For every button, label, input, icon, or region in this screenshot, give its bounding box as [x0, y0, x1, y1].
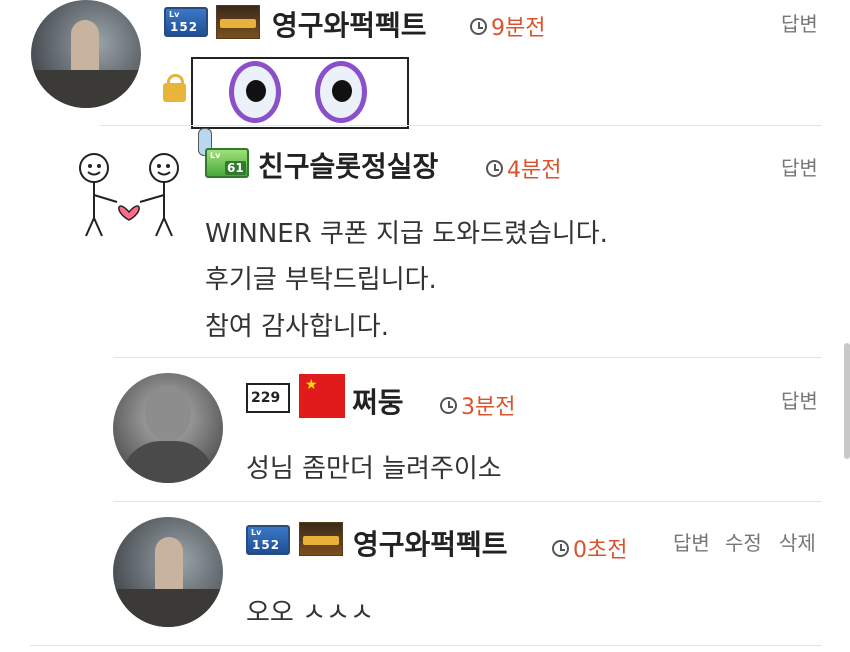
avatar[interactable] — [113, 373, 223, 483]
level-badge: Lv 61 — [205, 148, 249, 178]
nickname[interactable]: 친구슬롯정실장 — [258, 145, 438, 185]
avatar[interactable] — [113, 517, 223, 627]
rank-badge-icon — [299, 522, 343, 556]
edit-button[interactable]: 수정 — [725, 527, 762, 556]
timestamp: 0초전 — [552, 532, 627, 564]
timestamp: 4분전 — [486, 152, 561, 184]
divider — [113, 501, 822, 502]
comment-text-line: 후기글 부탁드립니다. — [205, 265, 437, 295]
reply-button[interactable]: 답변 — [781, 8, 818, 37]
comment-text-line: 오오 ㅅㅅㅅ — [246, 598, 374, 628]
level-badge: Lv 152 — [164, 7, 208, 37]
divider — [113, 357, 822, 358]
avatar[interactable] — [31, 0, 141, 108]
timestamp: 9분전 — [470, 10, 545, 42]
clock-icon — [552, 539, 569, 557]
rank-badge-icon — [216, 5, 260, 39]
clock-icon — [486, 159, 503, 177]
level-badge: 229 — [246, 383, 290, 413]
nickname[interactable]: 영구와퍽펙트 — [272, 4, 427, 44]
emoticon-sticker — [191, 57, 409, 129]
reply-button[interactable]: 답변 — [781, 385, 818, 414]
reply-button[interactable]: 답변 — [781, 152, 818, 181]
nickname[interactable]: 쩌둥 — [352, 381, 404, 421]
comment-text-line: WINNER 쿠폰 지급 도와드렸습니다. — [205, 219, 608, 249]
lock-icon — [163, 74, 186, 102]
divider — [100, 125, 822, 126]
divider — [30, 645, 822, 646]
timestamp: 3분전 — [440, 389, 515, 421]
scrollbar[interactable] — [844, 343, 850, 459]
comment-text-line: 성님 좀만더 늘려주이소 — [246, 454, 502, 484]
clock-icon — [440, 396, 457, 414]
comment-text-line: 참여 감사합니다. — [205, 312, 389, 342]
nickname[interactable]: 영구와퍽펙트 — [353, 523, 508, 563]
clock-icon — [470, 17, 487, 35]
avatar[interactable] — [72, 150, 182, 240]
delete-button[interactable]: 삭제 — [779, 527, 816, 556]
china-flag-icon: ★ — [299, 374, 345, 418]
reply-button[interactable]: 답변 — [673, 527, 710, 556]
level-badge: Lv 152 — [246, 525, 290, 555]
